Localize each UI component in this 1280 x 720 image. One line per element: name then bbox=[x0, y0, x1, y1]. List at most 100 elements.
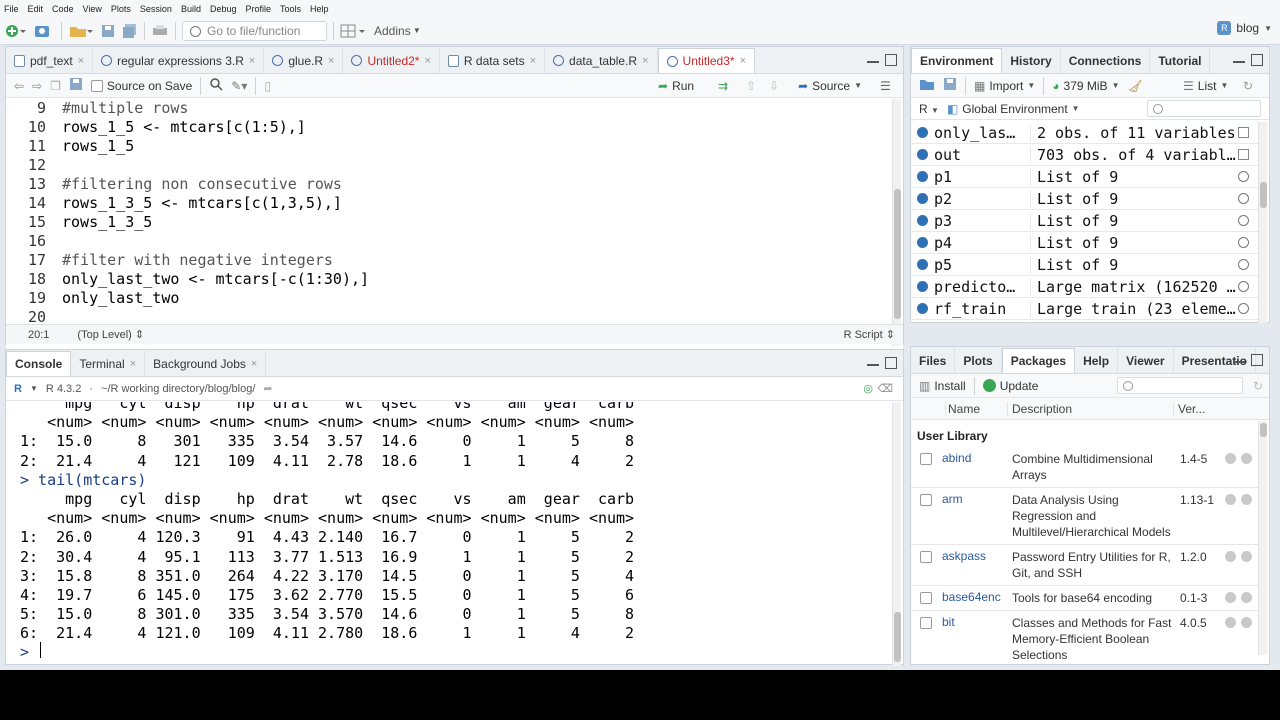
website-icon[interactable] bbox=[1225, 617, 1236, 628]
expand-icon[interactable] bbox=[917, 193, 928, 204]
pkg-scroll-thumb[interactable] bbox=[1260, 423, 1267, 437]
import-dataset-button[interactable]: ▦ Import ▼ bbox=[974, 79, 1035, 93]
close-icon[interactable]: × bbox=[328, 55, 334, 67]
editor-scrollbar[interactable] bbox=[892, 99, 901, 346]
packages-tab[interactable]: Help bbox=[1075, 348, 1119, 373]
maximize-icon[interactable] bbox=[1251, 54, 1263, 66]
expand-icon[interactable] bbox=[917, 237, 928, 248]
close-icon[interactable]: × bbox=[249, 55, 255, 67]
down-arrow-icon[interactable]: ⇩ bbox=[769, 79, 779, 93]
new-project-icon[interactable] bbox=[33, 21, 55, 41]
print-icon[interactable] bbox=[151, 21, 169, 41]
minimize-icon[interactable] bbox=[867, 54, 879, 63]
menu-file[interactable]: File bbox=[4, 4, 19, 14]
package-name[interactable]: bit bbox=[942, 615, 1012, 663]
delete-icon[interactable] bbox=[1241, 453, 1252, 464]
close-icon[interactable]: × bbox=[130, 358, 136, 370]
package-checkbox[interactable] bbox=[920, 494, 932, 506]
editor-scroll-thumb[interactable] bbox=[894, 189, 901, 319]
console-scroll-thumb[interactable] bbox=[894, 612, 901, 662]
up-arrow-icon[interactable]: ⇧ bbox=[746, 79, 756, 93]
save-workspace-icon[interactable] bbox=[943, 77, 957, 94]
column-version[interactable]: Ver... bbox=[1173, 401, 1213, 416]
compile-report-icon[interactable]: ▯ bbox=[264, 79, 271, 93]
close-icon[interactable]: × bbox=[251, 358, 257, 370]
environment-row[interactable]: rf_train Large train (23 eleme… bbox=[911, 298, 1259, 320]
menu-code[interactable]: Code bbox=[52, 4, 74, 14]
menu-profile[interactable]: Profile bbox=[246, 4, 272, 14]
environment-row[interactable]: p2 List of 9 bbox=[911, 188, 1259, 210]
new-file-icon[interactable] bbox=[5, 21, 27, 41]
expand-icon[interactable] bbox=[917, 171, 928, 182]
env-scrollbar[interactable] bbox=[1258, 122, 1267, 323]
packages-tab[interactable]: Files bbox=[911, 348, 956, 373]
package-checkbox[interactable] bbox=[920, 592, 932, 604]
maximize-icon[interactable] bbox=[885, 357, 897, 369]
outline-icon[interactable]: ☰ bbox=[880, 79, 891, 93]
package-name[interactable]: abind bbox=[942, 451, 1012, 483]
maximize-icon[interactable] bbox=[885, 54, 897, 66]
menu-help[interactable]: Help bbox=[310, 4, 329, 14]
environment-tab[interactable]: History bbox=[1002, 48, 1061, 73]
editor-tab[interactable]: Untitled3* × bbox=[657, 48, 756, 73]
grid-view-icon[interactable] bbox=[1238, 149, 1249, 160]
editor-tab[interactable]: R data sets × bbox=[440, 48, 546, 73]
console-tab[interactable]: Terminal × bbox=[71, 351, 146, 376]
view-mode-selector[interactable]: ☰ List ▼ bbox=[1183, 79, 1228, 93]
delete-icon[interactable] bbox=[1241, 494, 1252, 505]
editor-tab[interactable]: glue.R × bbox=[264, 48, 344, 73]
package-name[interactable]: arm bbox=[942, 492, 1012, 540]
minimize-icon[interactable] bbox=[867, 357, 879, 366]
packages-search-input[interactable] bbox=[1117, 377, 1243, 394]
search-icon[interactable] bbox=[1238, 281, 1249, 292]
delete-icon[interactable] bbox=[1241, 551, 1252, 562]
maximize-icon[interactable] bbox=[1251, 354, 1263, 366]
packages-tab[interactable]: Viewer bbox=[1118, 348, 1174, 373]
column-description[interactable]: Description bbox=[1007, 401, 1173, 416]
editor-tab[interactable]: pdf_text × bbox=[6, 48, 94, 73]
back-arrow-icon[interactable]: ⇦ bbox=[14, 79, 24, 93]
memory-usage-button[interactable]: ◕ 379 MiB ▼ bbox=[1052, 79, 1119, 93]
save-icon[interactable] bbox=[69, 77, 83, 94]
project-menu[interactable]: R blog ▼ bbox=[1217, 21, 1272, 35]
run-button[interactable]: ➦ Run bbox=[658, 79, 694, 93]
broom-icon[interactable]: 🧹︎ bbox=[1127, 79, 1142, 93]
menu-plots[interactable]: Plots bbox=[111, 4, 131, 14]
search-icon[interactable] bbox=[1238, 259, 1249, 270]
environment-row[interactable]: only_las… 2 obs. of 11 variables bbox=[911, 122, 1259, 144]
refresh-icon[interactable]: ↻ bbox=[1253, 379, 1263, 393]
environment-row[interactable]: p1 List of 9 bbox=[911, 166, 1259, 188]
menu-session[interactable]: Session bbox=[140, 4, 172, 14]
editor-tab[interactable]: data_table.R × bbox=[545, 48, 658, 73]
grid-view-icon[interactable] bbox=[1238, 127, 1249, 138]
menu-debug[interactable]: Debug bbox=[210, 4, 237, 14]
expand-icon[interactable] bbox=[917, 281, 928, 292]
chevron-down-icon[interactable]: ▼ bbox=[30, 384, 38, 393]
search-icon[interactable] bbox=[1238, 193, 1249, 204]
environment-search-input[interactable] bbox=[1147, 100, 1261, 117]
refresh-icon[interactable]: ↻ bbox=[1243, 79, 1253, 93]
environment-row[interactable]: row_21 obs. of 11 variables bbox=[911, 320, 1259, 323]
search-icon[interactable] bbox=[209, 77, 223, 94]
save-all-icon[interactable] bbox=[122, 21, 138, 41]
pkg-scrollbar[interactable] bbox=[1258, 421, 1267, 655]
working-directory[interactable]: ~/R working directory/blog/blog/ bbox=[101, 383, 255, 395]
packages-tab[interactable]: Packages bbox=[1001, 348, 1076, 373]
env-scroll-thumb[interactable] bbox=[1260, 182, 1267, 208]
environment-row[interactable]: p5 List of 9 bbox=[911, 254, 1259, 276]
close-icon[interactable]: × bbox=[642, 55, 648, 67]
expand-icon[interactable] bbox=[917, 127, 928, 138]
clear-console-icon[interactable]: ⌫ bbox=[877, 382, 893, 395]
expand-icon[interactable] bbox=[917, 259, 928, 270]
console-scrollbar[interactable] bbox=[892, 402, 901, 666]
environment-row[interactable]: p4 List of 9 bbox=[911, 232, 1259, 254]
show-in-window-icon[interactable]: ❐ bbox=[50, 79, 61, 93]
menu-build[interactable]: Build bbox=[181, 4, 201, 14]
expand-icon[interactable] bbox=[917, 303, 928, 314]
close-icon[interactable]: × bbox=[78, 55, 84, 67]
environment-row[interactable]: out 703 obs. of 4 variabl… bbox=[911, 144, 1259, 166]
website-icon[interactable] bbox=[1225, 592, 1236, 603]
source-on-save-toggle[interactable]: Source on Save bbox=[90, 79, 192, 93]
website-icon[interactable] bbox=[1225, 551, 1236, 562]
environment-tab[interactable]: Environment bbox=[911, 48, 1003, 73]
